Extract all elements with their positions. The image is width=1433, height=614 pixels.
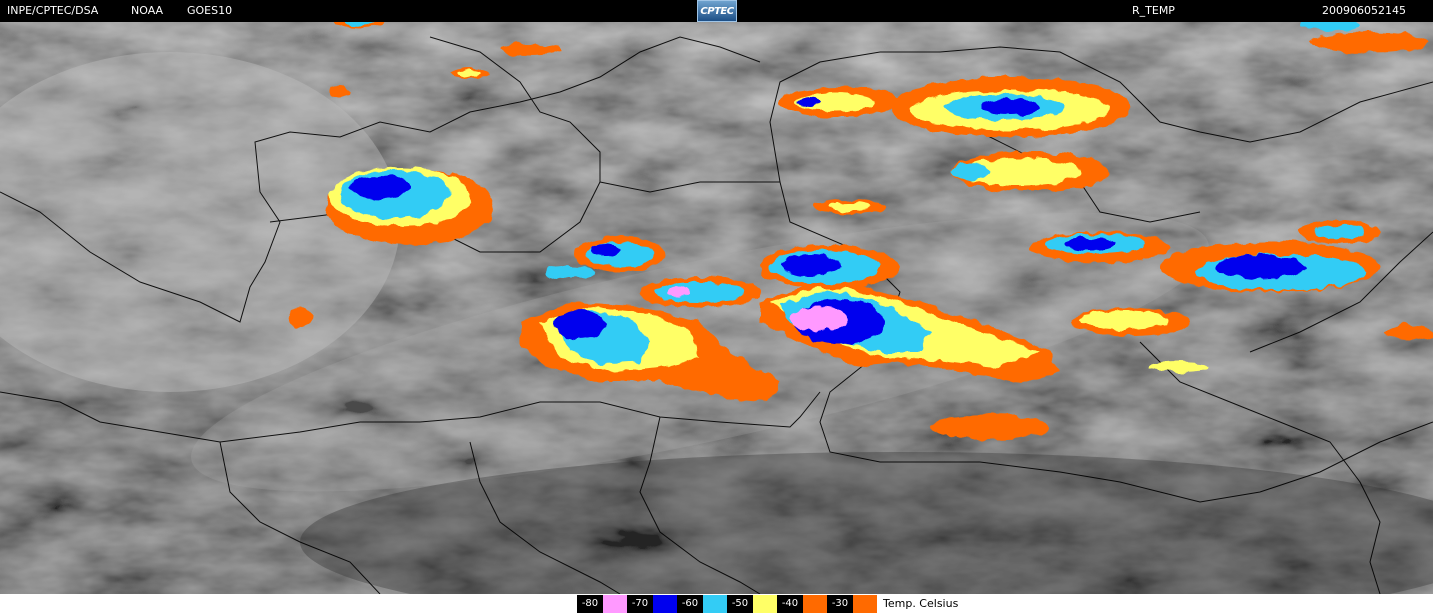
storm-cell-orange [288,307,312,327]
satellite-image [0,22,1433,594]
legend-value: -80 [577,595,603,613]
legend-swatch [753,595,777,613]
legend-value: -70 [627,595,653,613]
storm-cell-pink [792,307,848,331]
satellite-label: GOES10 [187,4,233,17]
legend-value: -30 [827,595,853,613]
storm-cell-yellow [1150,362,1210,372]
storm-cell-yellow [458,71,482,77]
storm-cell-orange [330,86,350,98]
storm-cell-orange [500,44,560,56]
storm-cell-orange [1310,32,1430,52]
storm-cell-cyan [1315,225,1365,239]
storm-cell-blue [590,244,620,256]
legend-swatch [603,595,627,613]
legend-value: -50 [727,595,753,613]
storm-cell-blue [1065,238,1115,250]
legend-value: -60 [677,595,703,613]
timestamp-label: 200906052145 [1322,4,1406,17]
logo-text: CPTEC [700,6,734,17]
legend-unit: Temp. Celsius [883,597,959,610]
product-label: R_TEMP [1132,4,1175,17]
legend-swatch [803,595,827,613]
cptec-logo: CPTEC [697,0,737,22]
legend-scale: -80 -70 -60 -50 -40 -30 Temp. Celsius [577,595,958,613]
storm-cell-orange [1385,324,1433,340]
legend-swatch [703,595,727,613]
storm-cell-yellow [828,203,872,211]
legend-value: -40 [777,595,803,613]
temperature-legend: -80 -70 -60 -50 -40 -30 Temp. Celsius [0,594,1433,614]
storm-cell-blue [798,97,822,107]
storm-cell-pink [666,287,690,297]
storm-cell-blue [980,99,1040,115]
storm-cell-blue [350,175,410,199]
storm-cell-yellow [1080,311,1170,329]
storm-cell-blue [1215,255,1305,279]
storm-cell-orange [930,415,1050,439]
storm-cell-blue [555,310,605,340]
storm-cell-cyan [950,164,990,180]
agency-label: NOAA [131,4,164,17]
legend-swatch [853,595,877,613]
storm-cell-cyan [545,266,595,278]
header-bar: INPE/CPTEC/DSA NOAA GOES10 CPTEC R_TEMP … [0,0,1433,22]
organization-label: INPE/CPTEC/DSA [7,4,99,17]
storm-cell-blue [780,255,840,275]
legend-swatch [653,595,677,613]
